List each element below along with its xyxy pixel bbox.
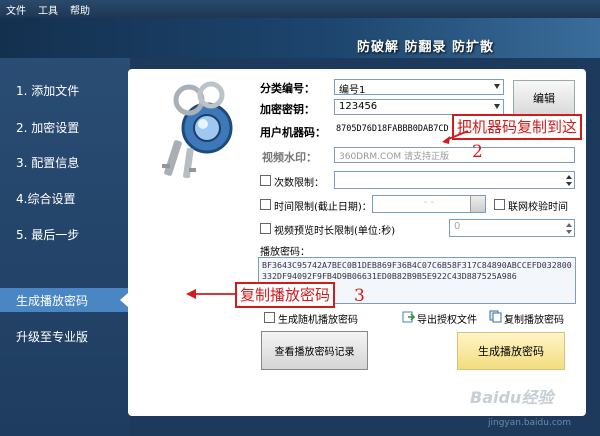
annotation-number-3: 3 <box>354 286 365 306</box>
spin-down-icon[interactable] <box>565 229 573 235</box>
expiry-date-value: - - <box>423 197 435 208</box>
sidebar: 1. 添加文件 2. 加密设置 3. 配置信息 4.综合设置 5. 最后一步 生… <box>0 58 130 436</box>
baidu-jingyan-watermark-logo: Baidu经验 <box>470 388 554 407</box>
edit-button[interactable]: 编辑 <box>513 80 575 116</box>
category-value: 编号1 <box>339 85 366 96</box>
preview-seconds-value: 0 <box>454 221 461 232</box>
count-limit-input[interactable] <box>334 171 575 189</box>
video-watermark-label: 视频水印： <box>262 151 317 164</box>
slogan: 防破解 防翻录 防扩散 <box>356 40 494 55</box>
sidebar-item-add-file[interactable]: 1. 添加文件 <box>16 82 79 99</box>
annotation-arrow-icon <box>442 130 469 144</box>
online-check-label: 联网校验时间 <box>508 202 568 213</box>
menu-file[interactable]: 文件 <box>6 2 26 17</box>
calendar-dropdown-icon[interactable] <box>470 196 485 212</box>
count-limit-label: 次数限制： <box>274 178 324 189</box>
sidebar-item-final-step[interactable]: 5. 最后一步 <box>16 226 79 243</box>
sidebar-item-general-settings[interactable]: 4.综合设置 <box>16 190 75 207</box>
sidebar-item-encrypt-settings[interactable]: 2. 加密设置 <box>16 119 79 136</box>
preview-limit-checkbox[interactable] <box>260 223 271 234</box>
category-select[interactable]: 编号1 <box>334 79 504 96</box>
encrypt-key-label: 加密密钥： <box>260 103 315 116</box>
annotation-number-2: 2 <box>472 142 483 162</box>
chevron-down-icon <box>494 84 500 89</box>
sidebar-item-generate-password[interactable]: 生成播放密码 <box>16 292 88 309</box>
keys-lock-icon <box>162 81 233 179</box>
encrypt-key-value: 123456 <box>339 101 378 112</box>
header-banner <box>0 18 600 58</box>
baidu-jingyan-watermark-url: jingyan.baidu.com <box>488 418 572 428</box>
online-check-checkbox[interactable] <box>494 199 505 210</box>
sidebar-item-config-info[interactable]: 3. 配置信息 <box>16 154 79 171</box>
spin-down-icon[interactable] <box>565 181 573 187</box>
category-label: 分类编号： <box>260 82 315 95</box>
count-limit-checkbox[interactable] <box>260 175 271 186</box>
menu-help[interactable]: 帮助 <box>70 2 90 17</box>
generate-password-button[interactable]: 生成播放密码 <box>457 332 565 370</box>
expiry-date-input[interactable]: - - <box>372 195 486 213</box>
random-password-checkbox[interactable] <box>264 312 275 323</box>
annotation-copy-play-password: 复制播放密码 <box>235 282 336 308</box>
time-limit-label: 时间限制(截止日期)： <box>274 202 372 213</box>
export-license-icon[interactable] <box>402 310 415 323</box>
machine-code-input[interactable]: 8705D76D18FABBB0DAB7CD <box>334 122 454 138</box>
menu-tools[interactable]: 工具 <box>38 2 58 17</box>
export-license-link[interactable]: 导出授权文件 <box>417 311 477 326</box>
spin-up-icon[interactable] <box>565 174 573 180</box>
menubar: 文件 工具 帮助 <box>0 0 600 18</box>
annotation-copy-machine-code: 把机器码复制到这 <box>452 114 583 140</box>
copy-icon[interactable] <box>489 310 502 323</box>
encrypt-key-select[interactable]: 123456 <box>334 99 504 115</box>
annotation-arrow-icon <box>186 289 236 299</box>
machine-code-label: 用户机器码： <box>260 126 326 139</box>
sidebar-item-upgrade-pro[interactable]: 升级至专业版 <box>16 328 88 345</box>
chevron-down-icon <box>494 104 500 109</box>
spin-up-icon[interactable] <box>565 222 573 228</box>
active-arrow-icon <box>120 293 128 307</box>
play-password-label: 播放密码： <box>260 247 310 258</box>
copy-password-link[interactable]: 复制播放密码 <box>504 311 564 326</box>
preview-seconds-input[interactable]: 0 <box>449 219 575 237</box>
preview-limit-label: 视频预览时长限制(单位:秒) <box>274 226 396 237</box>
video-watermark-input[interactable]: 360DRM.COM 请支持正版 <box>334 147 575 163</box>
view-password-records-button[interactable]: 查看播放密码记录 <box>261 331 368 370</box>
time-limit-checkbox[interactable] <box>260 199 271 210</box>
random-password-label: 生成随机播放密码 <box>278 315 358 326</box>
